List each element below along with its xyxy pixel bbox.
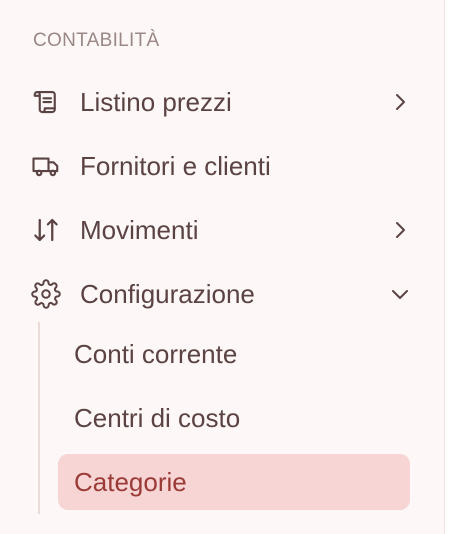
sidebar-item-label: Configurazione (80, 278, 255, 309)
sidebar-item-listino-prezzi[interactable]: Listino prezzi (20, 78, 420, 126)
chevron-right-icon (388, 90, 412, 114)
truck-icon (30, 150, 62, 182)
scroll-icon (30, 86, 62, 118)
sidebar-item-configurazione[interactable]: Configurazione (20, 270, 420, 318)
chevron-down-icon (388, 282, 412, 306)
submenu-guide-line (38, 322, 40, 514)
subitem-centri-di-costo[interactable]: Centri di costo (58, 390, 410, 446)
gear-icon (30, 278, 62, 310)
subitem-categorie[interactable]: Categorie (58, 454, 410, 510)
sidebar-item-label: Movimenti (80, 214, 199, 245)
chevron-right-icon (388, 218, 412, 242)
sidebar-item-movimenti[interactable]: Movimenti (20, 206, 420, 254)
sidebar-item-label: Fornitori e clienti (80, 150, 271, 181)
sidebar-item-fornitori-clienti[interactable]: Fornitori e clienti (20, 142, 420, 190)
sidebar: CONTABILITÀ Listino prezzi Fornitori e c… (0, 0, 445, 534)
section-title: CONTABILITÀ (33, 30, 160, 51)
subitem-conti-corrente[interactable]: Conti corrente (58, 326, 410, 382)
arrows-up-down-icon (30, 214, 62, 246)
sidebar-item-label: Listino prezzi (80, 86, 232, 117)
